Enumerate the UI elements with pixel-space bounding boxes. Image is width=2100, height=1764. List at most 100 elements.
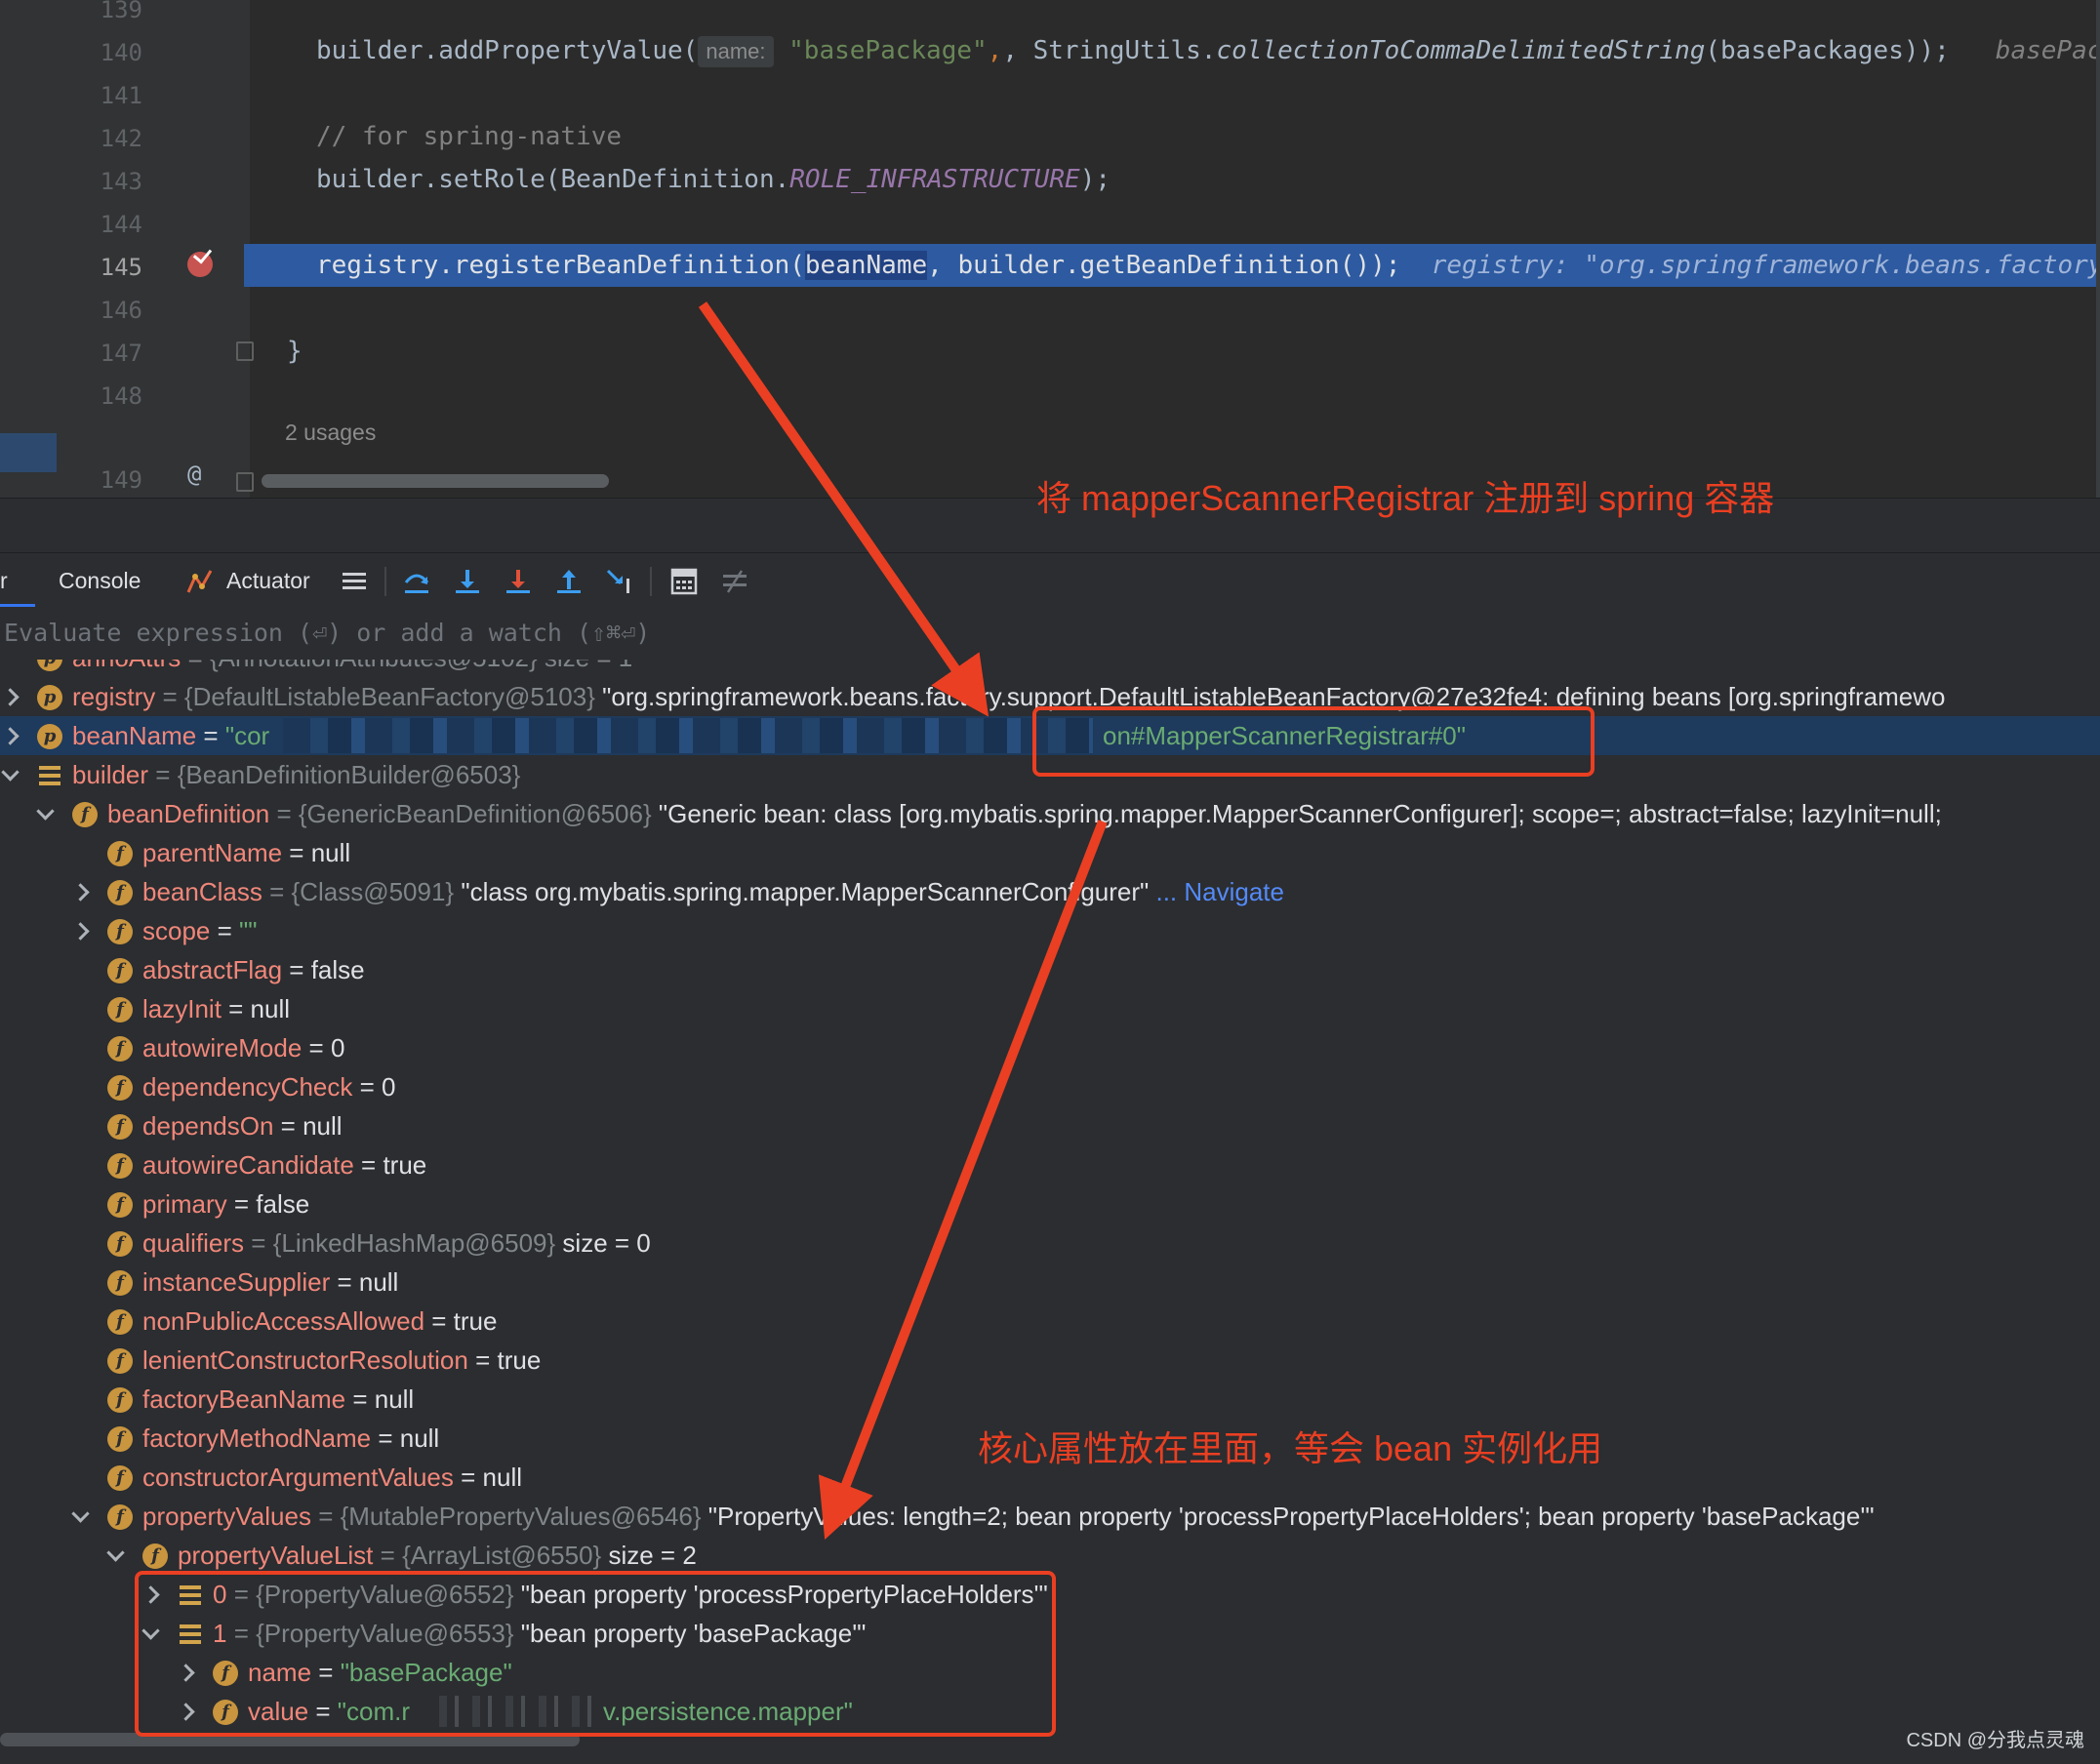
line-number: 143 (100, 168, 142, 195)
line-number: 140 (100, 39, 142, 66)
tab-debugger[interactable]: r (0, 553, 8, 608)
highlighted-param: beanName (804, 251, 928, 280)
collapse-arrow-icon[interactable] (72, 1508, 88, 1524)
inline-value: registry: "org.springframework.beans.fac… (1431, 251, 2100, 280)
tree-row[interactable]: f primary = false (0, 1184, 2100, 1223)
line-number-current: 145 (100, 254, 142, 281)
code-line-147[interactable]: } (287, 330, 303, 373)
field-icon: f (142, 1544, 168, 1569)
selected-marker (0, 433, 57, 472)
tree-row-text: registry = {DefaultListableBeanFactory@5… (72, 682, 1946, 711)
comma: , (987, 36, 1003, 65)
tree-row-text: autowireCandidate = true (142, 1150, 427, 1180)
field-icon: f (107, 1309, 133, 1335)
tree-row[interactable]: f beanClass = {Class@5091} "class org.my… (0, 872, 2100, 911)
tree-row-text: primary = false (142, 1189, 310, 1219)
tree-row[interactable]: f nonPublicAccessAllowed = true (0, 1302, 2100, 1341)
code-line-143[interactable]: builder.setRole(BeanDefinition.ROLE_INFR… (316, 158, 1111, 201)
collapse-arrow-icon[interactable] (37, 806, 53, 822)
tree-row[interactable]: f lenientConstructorResolution = true (0, 1341, 2100, 1380)
field-icon: f (107, 1114, 133, 1140)
field-icon: f (107, 919, 133, 944)
tree-row-text: factoryMethodName = null (142, 1423, 440, 1453)
tree-row-text: beanName = "cor (72, 721, 270, 750)
horizontal-scrollbar[interactable] (262, 474, 609, 488)
breakpoint-icon[interactable] (187, 252, 213, 277)
force-step-into-icon[interactable] (504, 567, 533, 596)
evaluate-expression-input[interactable]: Evaluate expression (⏎) or add a watch (… (0, 607, 2100, 661)
tree-row[interactable]: f lazyInit = null (0, 989, 2100, 1028)
tree-row-text: beanDefinition = {GenericBeanDefinition@… (107, 799, 1942, 828)
tree-row[interactable]: f propertyValueList = {ArrayList@6550} s… (0, 1536, 2100, 1575)
tab-console[interactable]: Console (59, 553, 141, 608)
tree-row[interactable]: f parentName = null (0, 833, 2100, 872)
string-literal: "basePackage" (788, 36, 988, 65)
evaluate-expression-icon[interactable] (669, 567, 699, 596)
tree-row-text: nonPublicAccessAllowed = true (142, 1306, 498, 1336)
field-icon: f (107, 1270, 133, 1296)
tree-row[interactable]: f abstractFlag = false (0, 950, 2100, 989)
field-icon: f (107, 1036, 133, 1062)
collapse-arrow-icon[interactable] (2, 767, 18, 782)
line-number: 139 (100, 0, 142, 23)
run-to-cursor-icon[interactable] (605, 567, 634, 596)
collapse-arrow-icon[interactable] (107, 1547, 123, 1563)
annotation-box-propertyvalues (135, 1571, 1056, 1737)
tree-row[interactable]: p annoAttrs = {AnnotationAttributes@5102… (0, 660, 2100, 677)
step-over-icon[interactable] (402, 567, 431, 596)
line-number: 149 (100, 466, 142, 494)
tree-row[interactable]: f instanceSupplier = null (0, 1263, 2100, 1302)
annotation-box-beanname (1032, 706, 1595, 777)
navigate-link[interactable]: ... Navigate (1149, 877, 1284, 906)
line-number: 146 (100, 297, 142, 324)
usages-hint[interactable]: 2 usages (285, 420, 376, 446)
line-number: 148 (100, 382, 142, 410)
field-icon: f (107, 1075, 133, 1101)
tree-row-text: scope = "" (142, 916, 258, 945)
project-sidebar-strip (0, 0, 84, 498)
code-text: builder.addPropertyValue( (316, 36, 699, 65)
tab-actuator[interactable]: Actuator (226, 553, 310, 608)
tree-row-text: annoAttrs = {AnnotationAttributes@5102} … (72, 660, 632, 677)
toolbar-separator (384, 567, 386, 596)
redacted-region (283, 718, 1093, 753)
tree-row-text: abstractFlag = false (142, 955, 365, 984)
field-icon: f (107, 958, 133, 983)
step-into-icon[interactable] (453, 567, 482, 596)
tree-row[interactable]: f propertyValues = {MutablePropertyValue… (0, 1497, 2100, 1536)
code-line-145[interactable]: registry.registerBeanDefinition(beanName… (316, 244, 2100, 287)
expand-arrow-icon[interactable] (72, 923, 88, 939)
code-editor[interactable]: 139 140 141 142 143 144 145 146 147 148 … (0, 0, 2100, 498)
tree-row[interactable]: f beanDefinition = {GenericBeanDefinitio… (0, 794, 2100, 833)
tree-row-text: builder = {BeanDefinitionBuilder@6503} (72, 760, 521, 789)
field-icon: f (107, 1465, 133, 1491)
field-icon: f (107, 1348, 133, 1374)
method-name: collectionToCommaDelimitedString (1216, 36, 1706, 65)
tree-row[interactable]: f dependsOn = null (0, 1106, 2100, 1145)
local-variable-icon (37, 763, 62, 788)
tree-row[interactable]: f autowireMode = 0 (0, 1028, 2100, 1067)
line-number: 147 (100, 340, 142, 367)
code-text: , builder.getBeanDefinition()); (927, 251, 1401, 280)
tree-row[interactable]: f autowireCandidate = true (0, 1145, 2100, 1184)
annotation-label-top: 将 mapperScannerRegistrar 注册到 spring 容器 (1036, 478, 1775, 518)
tree-row[interactable]: f dependencyCheck = 0 (0, 1067, 2100, 1106)
trace-stream-icon[interactable] (720, 567, 749, 596)
field-icon: f (107, 1153, 133, 1179)
code-line-142[interactable]: // for spring-native (316, 115, 622, 158)
field-icon: f (107, 997, 133, 1022)
step-out-icon[interactable] (554, 567, 584, 596)
annotation-label-bottom: 核心属性放在里面，等会 bean 实例化用 (978, 1428, 1603, 1468)
threads-icon[interactable] (340, 567, 369, 596)
expand-arrow-icon[interactable] (2, 689, 18, 704)
expand-arrow-icon[interactable] (2, 728, 18, 743)
annotation-marker-icon: @ (187, 461, 202, 488)
expand-arrow-icon[interactable] (72, 884, 88, 900)
field-icon: f (107, 1192, 133, 1218)
vertical-scrollbar[interactable] (2096, 0, 2100, 498)
tree-row[interactable]: f scope = "" (0, 911, 2100, 950)
tree-row[interactable]: f qualifiers = {LinkedHashMap@6509} size… (0, 1223, 2100, 1263)
code-line-140[interactable]: builder.addPropertyValue(name: "basePack… (316, 29, 2100, 72)
constant: ROLE_INFRASTRUCTURE (789, 165, 1080, 194)
tree-row[interactable]: f factoryBeanName = null (0, 1380, 2100, 1419)
